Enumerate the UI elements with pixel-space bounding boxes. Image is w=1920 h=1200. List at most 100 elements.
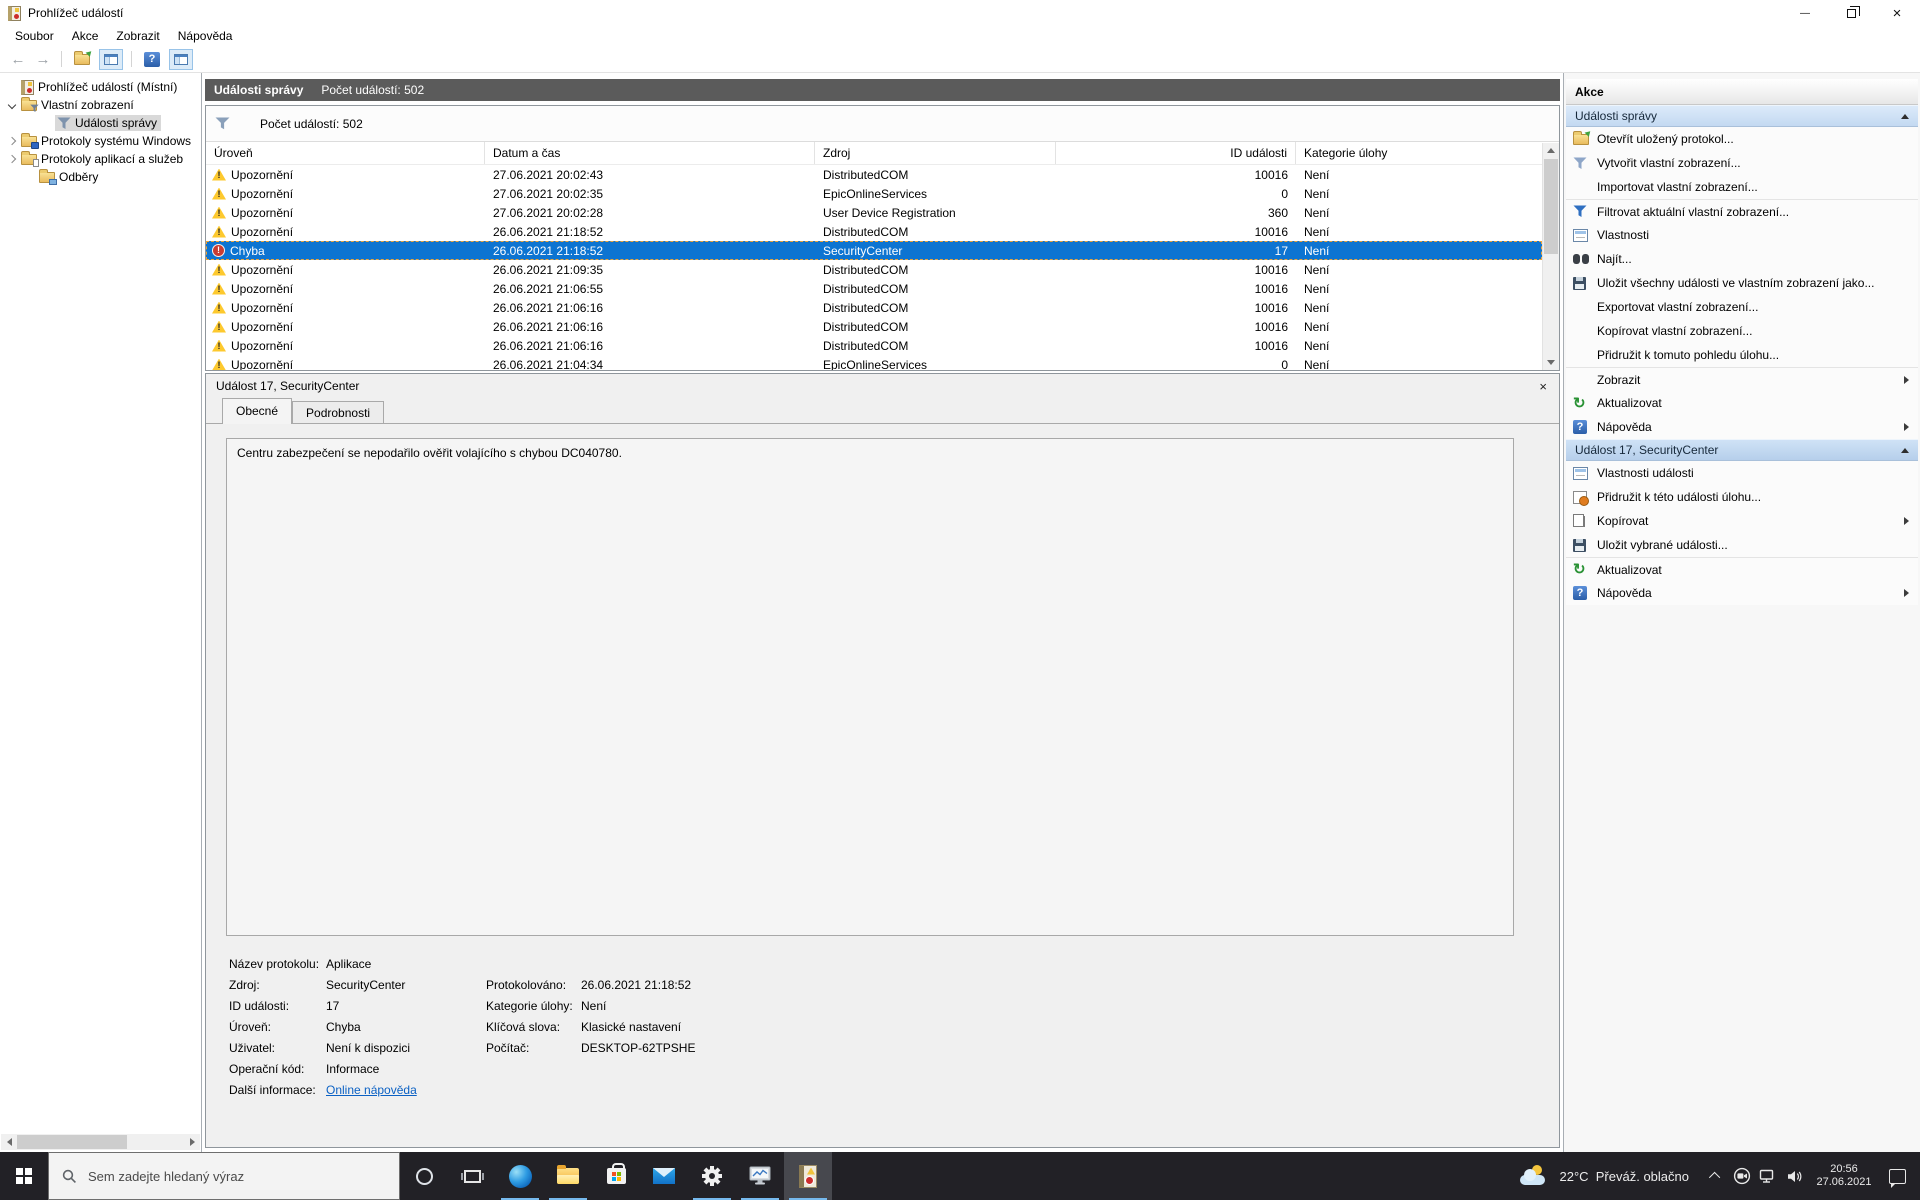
tree-horizontal-scrollbar[interactable] — [1, 1134, 200, 1150]
action-item-label: Vytvořit vlastní zobrazení... — [1597, 156, 1741, 170]
action-item[interactable]: Uložit vybrané události... — [1566, 533, 1918, 557]
action-item[interactable]: ↻Aktualizovat — [1566, 557, 1918, 581]
action-item[interactable]: Otevřít uložený protokol... — [1566, 127, 1918, 151]
tree-item-0[interactable]: Prohlížeč událostí (Místní) — [0, 78, 201, 96]
action-item[interactable]: Vytvořit vlastní zobrazení... — [1566, 151, 1918, 175]
cell-event-id: 10016 — [1056, 263, 1296, 277]
taskbar-clock[interactable]: 20:56 27.06.2021 — [1811, 1163, 1877, 1189]
action-item[interactable]: Přidružit k tomuto pohledu úlohu... — [1566, 343, 1918, 367]
table-row[interactable]: !Upozornění27.06.2021 20:02:28User Devic… — [206, 203, 1542, 222]
back-icon[interactable]: ← — [8, 51, 28, 68]
taskbar-search-input[interactable]: Sem zadejte hledaný výraz — [48, 1152, 400, 1200]
microsoft-store-icon — [607, 1168, 626, 1184]
hidden-icons-chevron-icon[interactable] — [1703, 1152, 1729, 1200]
table-row[interactable]: !Upozornění26.06.2021 21:06:55Distribute… — [206, 279, 1542, 298]
scroll-up-icon[interactable] — [1543, 143, 1559, 158]
show-console-tree-button[interactable] — [99, 49, 123, 70]
tab-podrobnosti[interactable]: Podrobnosti — [292, 401, 384, 423]
cell-source: EpicOnlineServices — [815, 358, 1056, 372]
level-text: Upozornění — [231, 339, 293, 353]
column-header-level[interactable]: Úroveň — [206, 142, 485, 164]
window-controls: — × — [1782, 0, 1920, 26]
scrollbar-thumb[interactable] — [17, 1135, 127, 1149]
show-action-pane-button[interactable] — [169, 49, 193, 70]
chevron-right-icon[interactable] — [4, 156, 19, 162]
action-item[interactable]: Najít... — [1566, 247, 1918, 271]
action-item[interactable]: Importovat vlastní zobrazení... — [1566, 175, 1918, 199]
action-item[interactable]: Zobrazit — [1566, 367, 1918, 391]
taskbar-app-microsoft-store[interactable] — [592, 1152, 640, 1200]
action-section-header-1[interactable]: Událost 17, SecurityCenter — [1566, 439, 1918, 461]
taskbar-app-file-explorer[interactable] — [544, 1152, 592, 1200]
menu-napoveda[interactable]: Nápověda — [169, 27, 242, 45]
menu-soubor[interactable]: Soubor — [6, 27, 63, 45]
action-item[interactable]: Vlastnosti — [1566, 223, 1918, 247]
column-header-datetime[interactable]: Datum a čas — [485, 142, 815, 164]
minimize-button[interactable]: — — [1782, 0, 1828, 26]
open-saved-log-button[interactable] — [70, 49, 94, 70]
table-row[interactable]: !Upozornění26.06.2021 21:06:16Distribute… — [206, 336, 1542, 355]
meet-now-icon[interactable] — [1729, 1152, 1755, 1200]
menu-akce[interactable]: Akce — [63, 27, 108, 45]
menu-zobrazit[interactable]: Zobrazit — [107, 27, 168, 45]
tab-obecne[interactable]: Obecné — [222, 398, 292, 423]
tree-item-2[interactable]: Události správy — [0, 114, 201, 132]
level-text: Chyba — [230, 244, 265, 258]
restore-icon — [1847, 9, 1856, 18]
start-button[interactable] — [0, 1152, 48, 1200]
close-icon[interactable]: × — [1539, 379, 1547, 394]
table-row[interactable]: !Upozornění26.06.2021 21:18:52Distribute… — [206, 222, 1542, 241]
forward-icon[interactable]: → — [33, 51, 53, 68]
action-item[interactable]: Exportovat vlastní zobrazení... — [1566, 295, 1918, 319]
action-item[interactable]: ?Nápověda — [1566, 415, 1918, 439]
table-row[interactable]: !Upozornění26.06.2021 21:06:16Distribute… — [206, 317, 1542, 336]
restore-button[interactable] — [1828, 0, 1874, 26]
events-vertical-scrollbar[interactable] — [1542, 143, 1559, 370]
network-icon[interactable] — [1755, 1152, 1781, 1200]
tree-item-4[interactable]: Protokoly aplikací a služeb — [0, 150, 201, 168]
volume-icon[interactable] — [1781, 1152, 1807, 1200]
tree-item-5[interactable]: Odběry — [0, 168, 201, 186]
action-item[interactable]: Kopírovat vlastní zobrazení... — [1566, 319, 1918, 343]
scroll-right-icon[interactable] — [184, 1134, 200, 1150]
action-section-header-0[interactable]: Události správy — [1566, 105, 1918, 127]
taskbar-app-event-viewer[interactable] — [784, 1152, 832, 1200]
table-row[interactable]: !Upozornění26.06.2021 21:06:16Distribute… — [206, 298, 1542, 317]
column-header-category[interactable]: Kategorie úlohy — [1296, 142, 1542, 164]
chevron-right-icon[interactable] — [4, 138, 19, 144]
taskbar-app-performance-monitor[interactable] — [736, 1152, 784, 1200]
close-button[interactable]: × — [1874, 0, 1920, 26]
table-row[interactable]: !Upozornění26.06.2021 21:09:35Distribute… — [206, 260, 1542, 279]
action-item[interactable]: Uložit všechny události ve vlastním zobr… — [1566, 271, 1918, 295]
taskbar-app-settings[interactable] — [688, 1152, 736, 1200]
taskbar-app-edge[interactable] — [496, 1152, 544, 1200]
action-item[interactable]: ↻Aktualizovat — [1566, 391, 1918, 415]
table-row[interactable]: !Upozornění27.06.2021 20:02:43Distribute… — [206, 165, 1542, 184]
action-item[interactable]: Vlastnosti události — [1566, 461, 1918, 485]
action-item[interactable]: Filtrovat aktuální vlastní zobrazení... — [1566, 199, 1918, 223]
tree-item-3[interactable]: Protokoly systému Windows — [0, 132, 201, 150]
action-center-icon[interactable] — [1889, 1169, 1906, 1184]
scrollbar-thumb[interactable] — [1544, 159, 1558, 254]
tree-item-1[interactable]: Vlastní zobrazení — [0, 96, 201, 114]
help-button[interactable]: ? — [140, 49, 164, 70]
action-item[interactable]: Přidružit k této události úlohu... — [1566, 485, 1918, 509]
weather-text[interactable]: 22°C Převáž. oblačno — [1559, 1169, 1689, 1184]
online-help-link[interactable]: Online nápověda — [326, 1083, 486, 1097]
action-item[interactable]: ?Nápověda — [1566, 581, 1918, 605]
table-row[interactable]: !Upozornění27.06.2021 20:02:35EpicOnline… — [206, 184, 1542, 203]
column-header-event-id[interactable]: ID události — [1056, 142, 1296, 164]
chevron-down-icon[interactable] — [4, 102, 19, 108]
warning-icon: ! — [212, 188, 226, 200]
taskbar-app-mail[interactable] — [640, 1152, 688, 1200]
scroll-down-icon[interactable] — [1543, 355, 1559, 370]
taskbar-app-task-view[interactable] — [448, 1152, 496, 1200]
action-item[interactable]: Kopírovat — [1566, 509, 1918, 533]
cell-category: Není — [1296, 301, 1542, 315]
table-row[interactable]: !Chyba26.06.2021 21:18:52SecurityCenter1… — [206, 241, 1542, 260]
taskbar-app-cortana[interactable] — [400, 1152, 448, 1200]
action-icon-slot: ? — [1573, 586, 1597, 600]
scroll-left-icon[interactable] — [1, 1134, 17, 1150]
column-header-source[interactable]: Zdroj — [815, 142, 1056, 164]
table-row[interactable]: !Upozornění26.06.2021 21:04:34EpicOnline… — [206, 355, 1542, 371]
